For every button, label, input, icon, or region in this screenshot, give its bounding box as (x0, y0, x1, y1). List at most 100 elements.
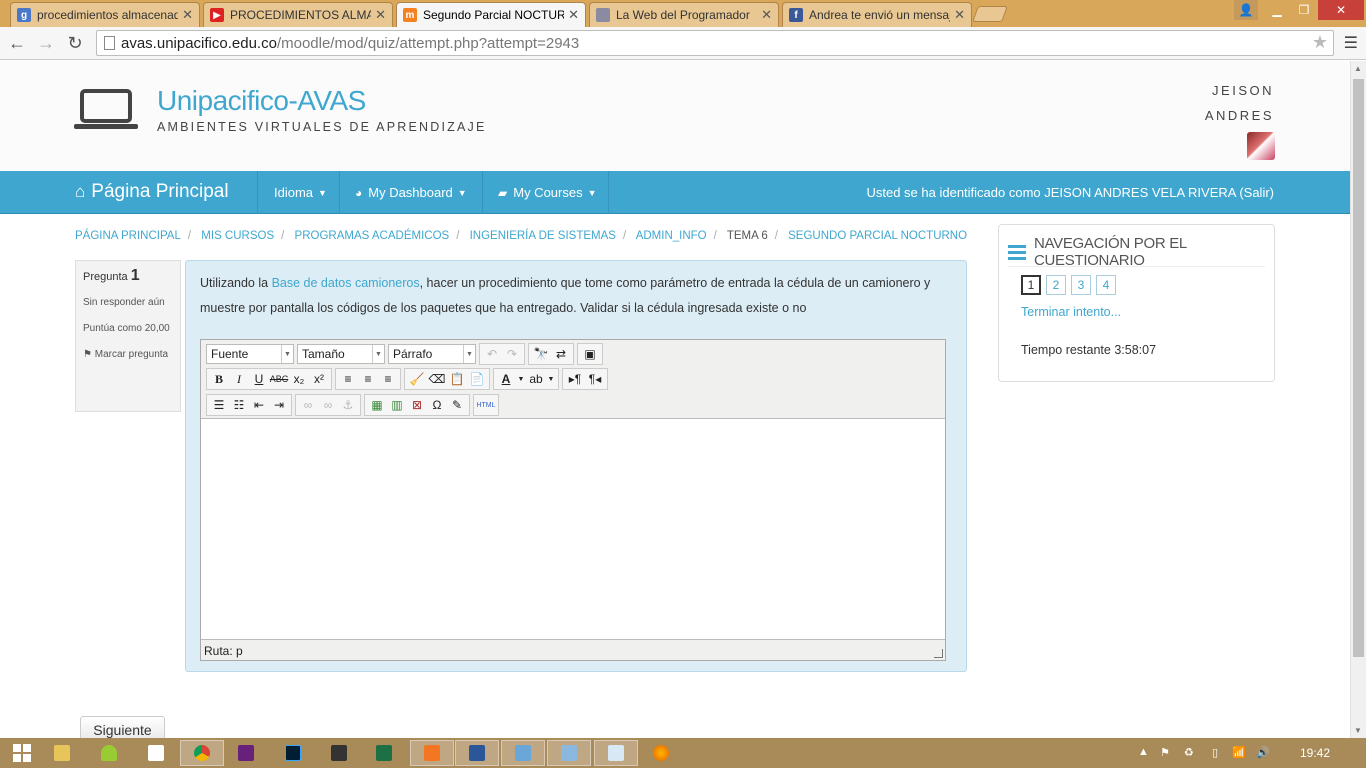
text-color-icon[interactable]: A (496, 370, 516, 388)
browser-tab[interactable]: La Web del Programador ✕ (589, 2, 779, 27)
find-icon[interactable]: 🔭 (531, 345, 551, 363)
flag-question-button[interactable]: ⚑ Marcar pregunta (83, 349, 173, 360)
battery-icon[interactable]: ▯ (1212, 746, 1218, 759)
eraser-icon[interactable]: ⌫ (427, 370, 447, 388)
close-tab-icon[interactable]: ✕ (375, 7, 386, 23)
bold-icon[interactable]: B (209, 370, 229, 388)
size-select[interactable]: Tamaño ▼ (297, 344, 385, 364)
nav-idioma[interactable]: Idioma ▼ (274, 185, 327, 200)
paste-icon[interactable]: 📋 (447, 370, 467, 388)
minimize-icon[interactable]: ▁ (1264, 0, 1290, 20)
numbered-list-icon[interactable]: ☷ (229, 396, 249, 414)
address-bar[interactable]: avas.unipacifico.edu.co/moodle/mod/quiz/… (96, 30, 1334, 56)
chevron-down-icon[interactable]: ▼ (516, 370, 526, 388)
html-icon[interactable]: HTML (476, 396, 496, 414)
browser-tab[interactable]: ▶ PROCEDIMIENTOS ALMACENADOS ✕ (203, 2, 393, 27)
user-first-name[interactable]: JEISON (1212, 83, 1274, 98)
android-icon[interactable] (87, 740, 131, 766)
bookmark-star-icon[interactable]: ★ (1312, 32, 1328, 53)
redo-icon[interactable]: ↷ (502, 345, 522, 363)
cleanup-icon[interactable]: 🧹 (407, 370, 427, 388)
close-tab-icon[interactable]: ✕ (761, 7, 772, 23)
ltr-icon[interactable]: ▸¶ (565, 370, 585, 388)
chrome-icon[interactable] (180, 740, 224, 766)
close-tab-icon[interactable]: ✕ (954, 7, 965, 23)
notepad-icon[interactable] (594, 740, 638, 766)
wifi-signal-icon[interactable]: 📶 (1232, 746, 1246, 759)
indent-icon[interactable]: ⇥ (269, 396, 289, 414)
spellcheck-icon[interactable]: ✎ (447, 396, 467, 414)
volume-icon[interactable]: 🔊 (1256, 746, 1270, 759)
word-icon[interactable] (455, 740, 499, 766)
forward-icon[interactable]: → (34, 31, 58, 55)
unlink-icon[interactable]: ∞ (318, 396, 338, 414)
align-left-icon[interactable]: ≡ (338, 370, 358, 388)
document-icon[interactable] (134, 740, 178, 766)
nav-courses[interactable]: ▰ My Courses ▼ (498, 185, 597, 200)
outdent-icon[interactable]: ⇤ (249, 396, 269, 414)
fullscreen-icon[interactable]: ▣ (580, 345, 600, 363)
back-icon[interactable]: ← (5, 31, 29, 55)
font-select[interactable]: Fuente ▼ (206, 344, 294, 364)
laptop-logo-icon[interactable] (74, 89, 138, 131)
breadcrumb-item[interactable]: PÁGINA PRINCIPAL (75, 230, 181, 242)
underline-icon[interactable]: U (249, 370, 269, 388)
avatar[interactable] (1247, 132, 1275, 160)
format-select[interactable]: Párrafo ▼ (388, 344, 476, 364)
question-nav-button[interactable]: 3 (1071, 275, 1091, 295)
new-tab-button[interactable] (972, 6, 1008, 22)
user-second-name[interactable]: ANDRES (1205, 108, 1274, 123)
close-window-icon[interactable]: ✕ (1318, 0, 1364, 20)
windows-start-icon[interactable] (0, 740, 44, 766)
user-icon[interactable]: 👤 (1234, 0, 1258, 20)
show-hidden-icons[interactable]: ▲ (1138, 746, 1149, 758)
close-tab-icon[interactable]: ✕ (182, 7, 193, 23)
taskbar-clock[interactable]: 19:42 (1300, 746, 1330, 760)
network-app-icon[interactable] (501, 740, 545, 766)
breadcrumb-item[interactable]: PROGRAMAS ACADÉMICOS (295, 230, 450, 242)
window-app-icon[interactable] (547, 740, 591, 766)
italic-icon[interactable]: I (229, 370, 249, 388)
visual-studio-icon[interactable] (224, 740, 268, 766)
terminal-icon[interactable] (317, 740, 361, 766)
scroll-down-icon[interactable]: ▼ (1354, 726, 1362, 735)
bullet-list-icon[interactable]: ☰ (209, 396, 229, 414)
image-icon[interactable]: ▦ (367, 396, 387, 414)
menu-bars-icon[interactable] (1008, 242, 1026, 263)
browser-tab-active[interactable]: m Segundo Parcial NOCTURNO ✕ (396, 2, 586, 27)
superscript-icon[interactable]: x² (309, 370, 329, 388)
undo-icon[interactable]: ↶ (482, 345, 502, 363)
firefox-icon[interactable] (639, 740, 683, 766)
next-button[interactable]: Siguiente (80, 716, 165, 738)
nav-home[interactable]: ⌂ Página Principal (75, 181, 229, 203)
link-icon[interactable]: ∞ (298, 396, 318, 414)
strikethrough-icon[interactable]: ABC (269, 370, 289, 388)
action-center-flag-icon[interactable]: ⚑ (1160, 746, 1170, 759)
database-link[interactable]: Base de datos camioneros (272, 276, 420, 290)
resize-handle-icon[interactable] (934, 649, 943, 658)
maximize-icon[interactable]: ❐ (1291, 0, 1317, 20)
align-right-icon[interactable]: ≡ (378, 370, 398, 388)
paste-word-icon[interactable]: 📄 (467, 370, 487, 388)
breadcrumb-item[interactable]: ADMIN_INFO (636, 230, 707, 242)
site-name[interactable]: Unipacifico-AVAS (157, 85, 366, 117)
rtl-icon[interactable]: ¶◂ (585, 370, 605, 388)
reload-icon[interactable]: ↻ (63, 31, 87, 55)
answer-textarea[interactable] (201, 418, 945, 640)
file-explorer-icon[interactable] (40, 740, 84, 766)
scroll-up-icon[interactable]: ▲ (1354, 64, 1362, 73)
page-scrollbar[interactable]: ▲ ▼ (1350, 61, 1366, 738)
question-nav-button[interactable]: 4 (1096, 275, 1116, 295)
media-icon[interactable]: ▥ (387, 396, 407, 414)
chevron-down-icon[interactable]: ▼ (546, 370, 556, 388)
anchor-icon[interactable]: ⚓ (338, 396, 358, 414)
excel-icon[interactable] (362, 740, 406, 766)
highlight-icon[interactable]: ab (526, 370, 546, 388)
align-center-icon[interactable]: ≡ (358, 370, 378, 388)
chrome-menu-icon[interactable]: ☰ (1344, 33, 1358, 53)
nolink-icon[interactable]: ⊠ (407, 396, 427, 414)
subscript-icon[interactable]: x₂ (289, 370, 309, 388)
scrollbar-thumb[interactable] (1353, 79, 1364, 657)
breadcrumb-item[interactable]: INGENIERÍA DE SISTEMAS (470, 230, 616, 242)
question-nav-button[interactable]: 1 (1021, 275, 1041, 295)
